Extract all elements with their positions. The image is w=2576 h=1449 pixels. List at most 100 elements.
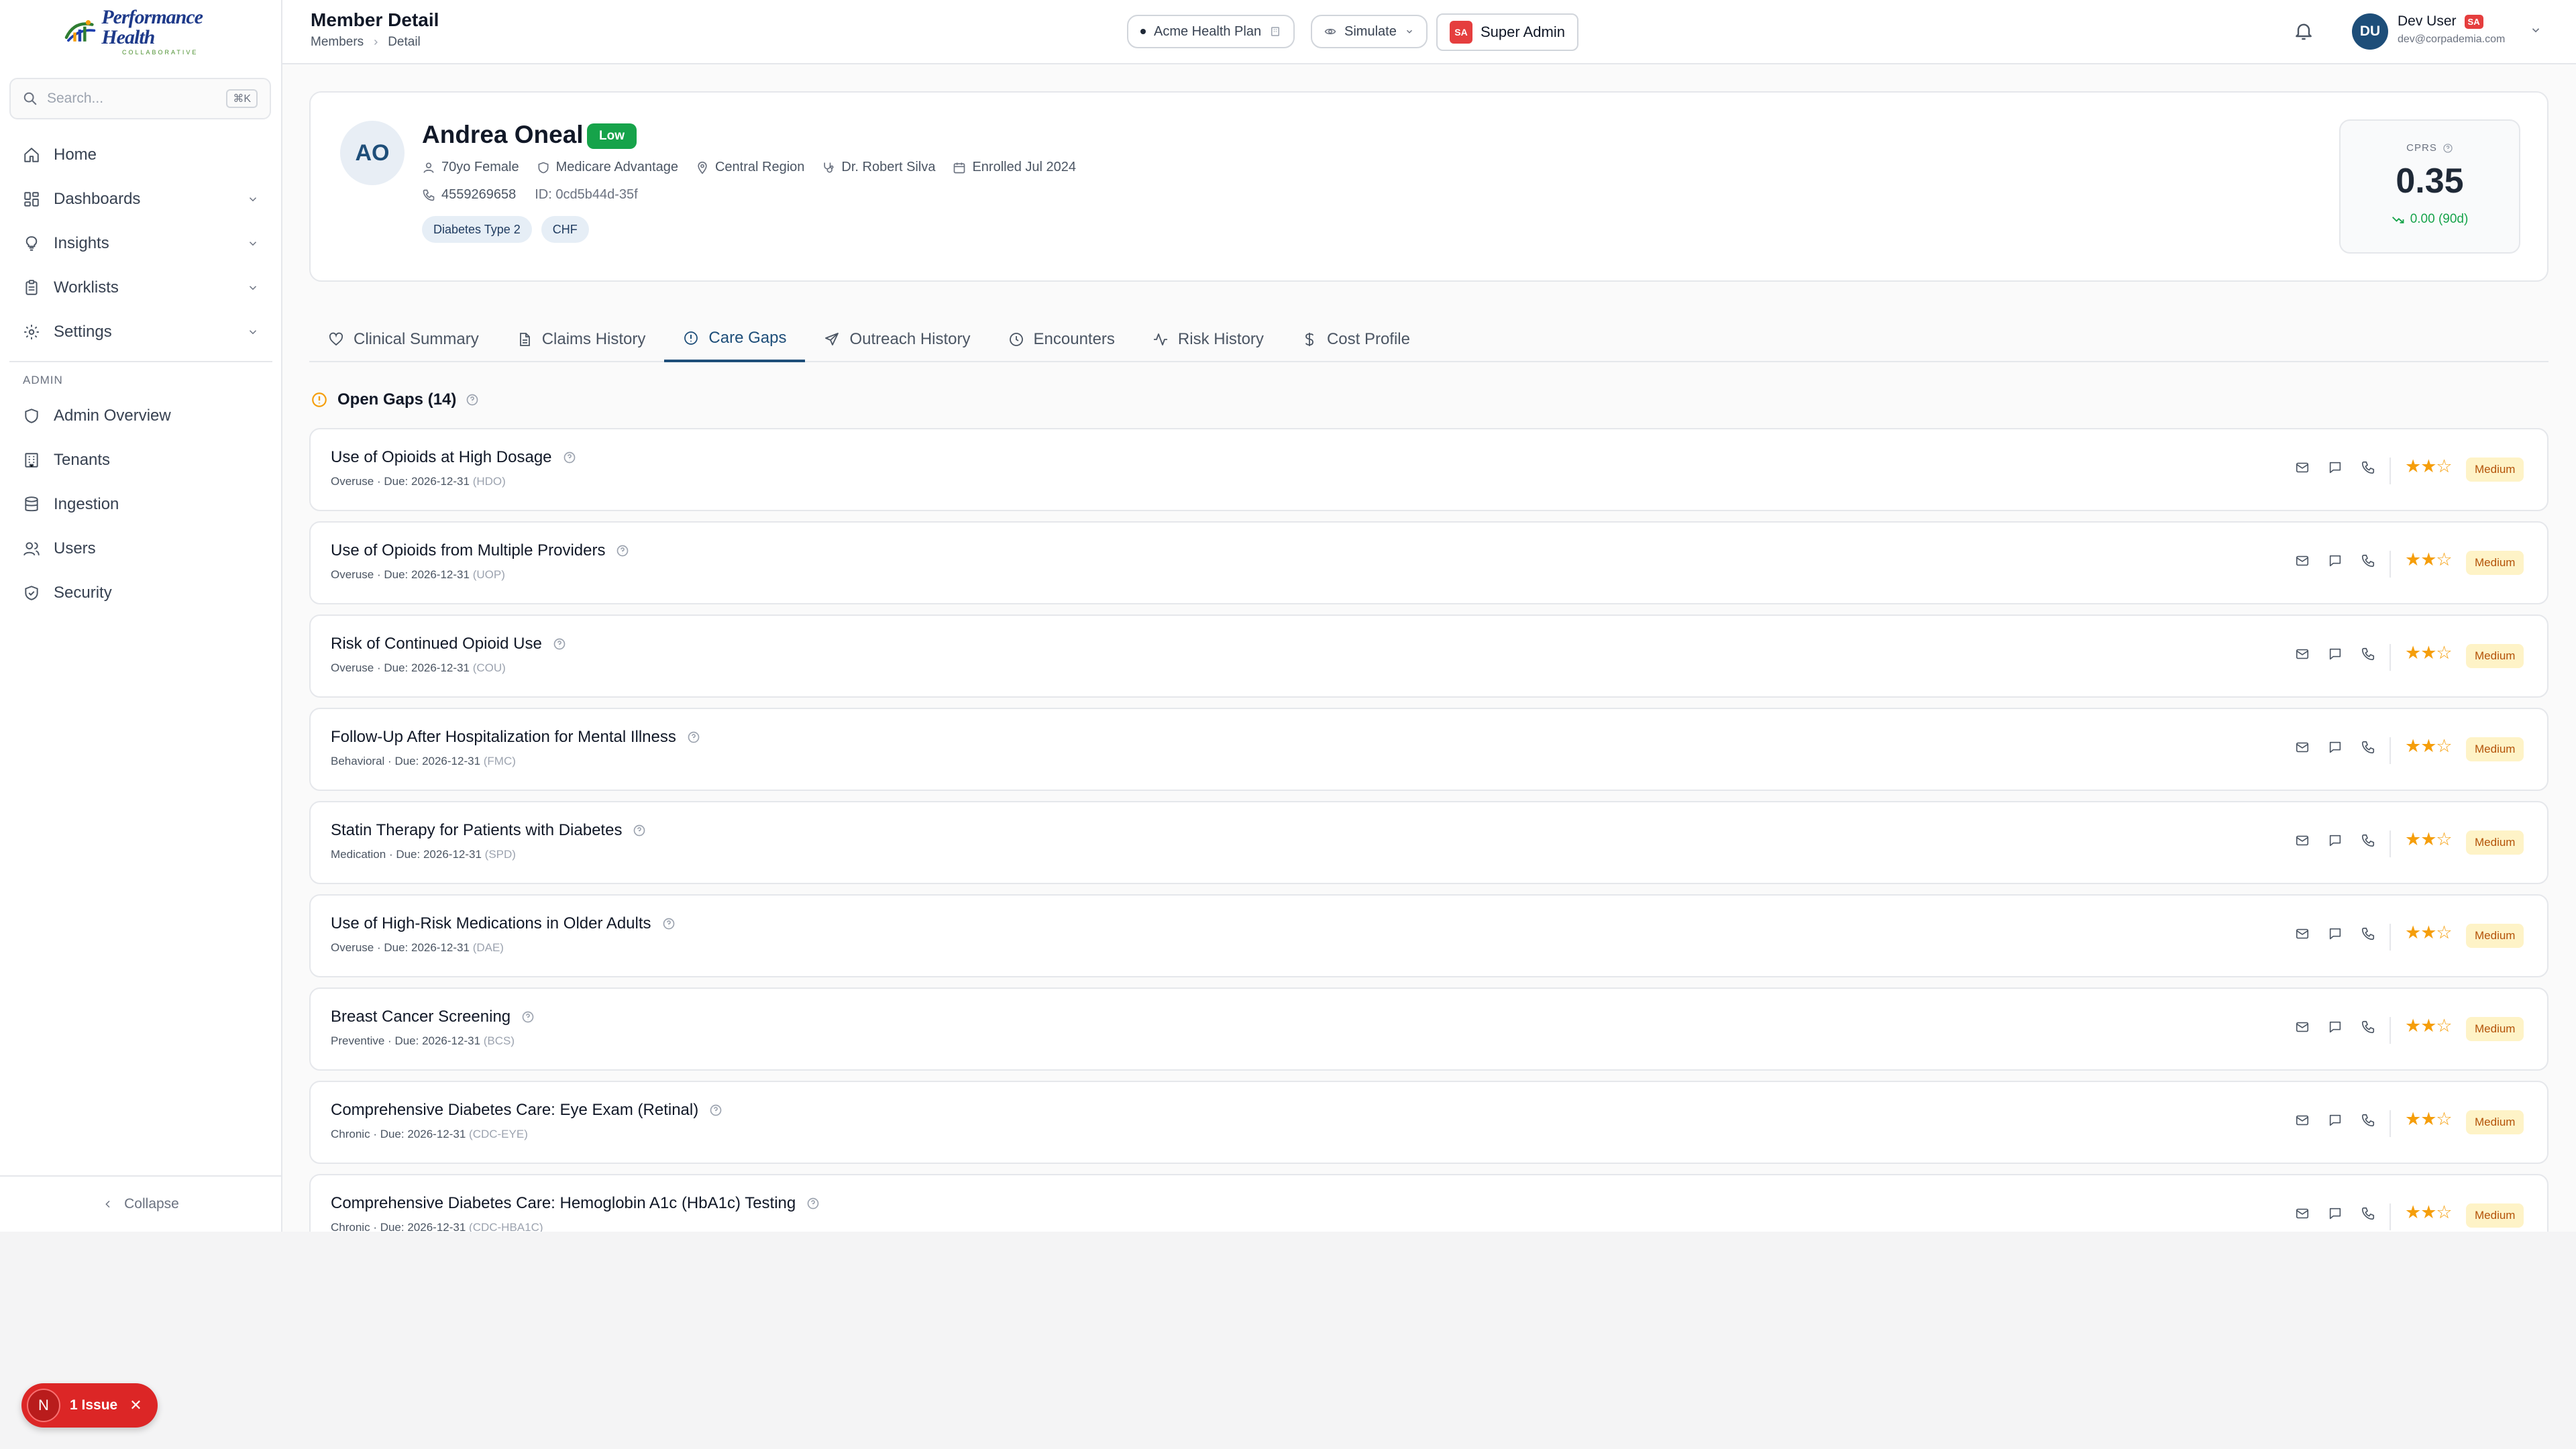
phone-icon[interactable] [2361, 740, 2375, 755]
care-gap-row[interactable]: Use of Opioids at High Dosage Overuse · D… [309, 428, 2548, 511]
help-circle-icon[interactable] [521, 1010, 535, 1024]
tab-clinical-summary[interactable]: Clinical Summary [309, 317, 498, 362]
care-gap-due: Due: 2026-12-31 [380, 1128, 466, 1140]
chevron-down-icon[interactable] [247, 237, 259, 250]
member-phone[interactable]: 4559269658 [422, 187, 516, 203]
member-provider-text: Dr. Robert Silva [841, 160, 936, 174]
user-menu-toggle[interactable] [2530, 24, 2542, 36]
plan-selector[interactable]: Acme Health Plan [1127, 15, 1295, 48]
close-icon[interactable]: ✕ [129, 1397, 142, 1414]
chevron-down-icon[interactable] [247, 326, 259, 338]
phone-icon[interactable] [2361, 553, 2375, 568]
mail-icon[interactable] [2295, 1206, 2310, 1221]
help-circle-icon[interactable] [709, 1104, 722, 1117]
care-gap-code: (UOP) [472, 568, 505, 581]
help-circle-icon[interactable] [633, 824, 646, 837]
phone-icon[interactable] [2361, 1020, 2375, 1034]
sidebar-item-label: Security [54, 584, 112, 602]
open-gaps-title: Open Gaps (14) [337, 390, 457, 409]
tab-claims-history[interactable]: Claims History [498, 317, 665, 362]
help-circle-icon[interactable] [2443, 143, 2453, 154]
condition-tag: CHF [541, 216, 589, 243]
tab-risk-history[interactable]: Risk History [1134, 317, 1283, 362]
member-id: ID: 0cd5b44d-35f [535, 187, 638, 202]
brand-name: Performance Health [101, 6, 203, 48]
breadcrumb-members[interactable]: Members [311, 35, 364, 50]
role-switcher[interactable]: SA Super Admin [1436, 13, 1578, 51]
sidebar-item-tenants[interactable]: Tenants [9, 438, 272, 482]
sidebar-item-security[interactable]: Security [9, 571, 272, 615]
phone-icon[interactable] [2361, 1206, 2375, 1221]
issue-count[interactable]: 1 Issue [70, 1397, 117, 1413]
member-meta: 70yo Female Medicare Advantage Central R… [422, 160, 1076, 175]
care-gap-row[interactable]: Breast Cancer Screening Preventive · Due:… [309, 987, 2548, 1071]
chat-icon[interactable] [2328, 553, 2343, 568]
open-gaps-list: Use of Opioids at High Dosage Overuse · D… [309, 428, 2548, 1232]
chat-icon[interactable] [2328, 1113, 2343, 1128]
care-gap-row[interactable]: Use of Opioids from Multiple Providers Ov… [309, 521, 2548, 604]
phone-icon[interactable] [2361, 460, 2375, 475]
care-gap-row[interactable]: Statin Therapy for Patients with Diabete… [309, 801, 2548, 884]
care-gap-row[interactable]: Use of High-Risk Medications in Older Ad… [309, 894, 2548, 977]
tab-encounters[interactable]: Encounters [989, 317, 1134, 362]
phone-icon[interactable] [2361, 1113, 2375, 1128]
mail-icon[interactable] [2295, 1113, 2310, 1128]
sidebar-item-ingestion[interactable]: Ingestion [9, 482, 272, 527]
care-gap-title: Use of Opioids at High Dosage [331, 448, 576, 467]
building-icon [1271, 27, 1280, 36]
chat-icon[interactable] [2328, 1206, 2343, 1221]
help-circle-icon[interactable] [662, 917, 676, 930]
mail-icon[interactable] [2295, 1020, 2310, 1034]
home-icon [24, 148, 39, 162]
priority-badge: Medium [2466, 737, 2524, 761]
care-gap-due: Due: 2026-12-31 [384, 568, 470, 581]
simulate-dropdown[interactable]: Simulate [1311, 15, 1428, 48]
tab-care-gaps[interactable]: Care Gaps [664, 317, 806, 362]
tab-cost-profile[interactable]: Cost Profile [1283, 317, 1429, 362]
sidebar-item-home[interactable]: Home [9, 133, 272, 177]
chat-icon[interactable] [2328, 460, 2343, 475]
help-circle-icon[interactable] [687, 731, 700, 744]
phone-icon[interactable] [2361, 647, 2375, 661]
avatar[interactable]: DU [2352, 13, 2388, 50]
notifications-button[interactable] [2293, 20, 2314, 42]
tab-outreach-history[interactable]: Outreach History [805, 317, 989, 362]
chevron-down-icon[interactable] [247, 193, 259, 205]
care-gap-row[interactable]: Follow-Up After Hospitalization for Ment… [309, 708, 2548, 791]
help-circle-icon[interactable] [466, 393, 479, 407]
phone-icon[interactable] [2361, 926, 2375, 941]
care-gap-title-text: Use of Opioids at High Dosage [331, 448, 552, 466]
issue-toast[interactable]: N 1 Issue ✕ [21, 1383, 158, 1428]
care-gap-row[interactable]: Comprehensive Diabetes Care: Eye Exam (R… [309, 1081, 2548, 1164]
sidebar-item-settings[interactable]: Settings [9, 310, 272, 354]
sidebar-item-admin-overview[interactable]: Admin Overview [9, 394, 272, 438]
sidebar-item-worklists[interactable]: Worklists [9, 266, 272, 310]
mail-icon[interactable] [2295, 460, 2310, 475]
chat-icon[interactable] [2328, 833, 2343, 848]
chat-icon[interactable] [2328, 1020, 2343, 1034]
search-input[interactable]: Search... ⌘K [9, 78, 271, 119]
care-gap-row[interactable]: Risk of Continued Opioid Use Overuse · Du… [309, 614, 2548, 698]
help-circle-icon[interactable] [806, 1197, 820, 1210]
sidebar-item-insights[interactable]: Insights [9, 221, 272, 266]
mail-icon[interactable] [2295, 553, 2310, 568]
chat-icon[interactable] [2328, 740, 2343, 755]
help-circle-icon[interactable] [563, 451, 576, 464]
member-phone-text: 4559269658 [441, 187, 517, 202]
mail-icon[interactable] [2295, 926, 2310, 941]
sidebar-item-dashboards[interactable]: Dashboards [9, 177, 272, 221]
cprs-value: 0.35 [2396, 162, 2464, 201]
chat-icon[interactable] [2328, 647, 2343, 661]
help-circle-icon[interactable] [553, 637, 566, 651]
sidebar-item-users[interactable]: Users [9, 527, 272, 571]
chevron-down-icon[interactable] [247, 282, 259, 294]
mail-icon[interactable] [2295, 647, 2310, 661]
phone-icon[interactable] [2361, 833, 2375, 848]
mail-icon[interactable] [2295, 740, 2310, 755]
brand-logo[interactable]: Performance Health COLLABORATIVE [64, 6, 219, 56]
collapse-button[interactable]: Collapse [0, 1187, 282, 1221]
care-gap-row[interactable]: Comprehensive Diabetes Care: Hemoglobin … [309, 1174, 2548, 1232]
mail-icon[interactable] [2295, 833, 2310, 848]
help-circle-icon[interactable] [616, 544, 629, 557]
chat-icon[interactable] [2328, 926, 2343, 941]
